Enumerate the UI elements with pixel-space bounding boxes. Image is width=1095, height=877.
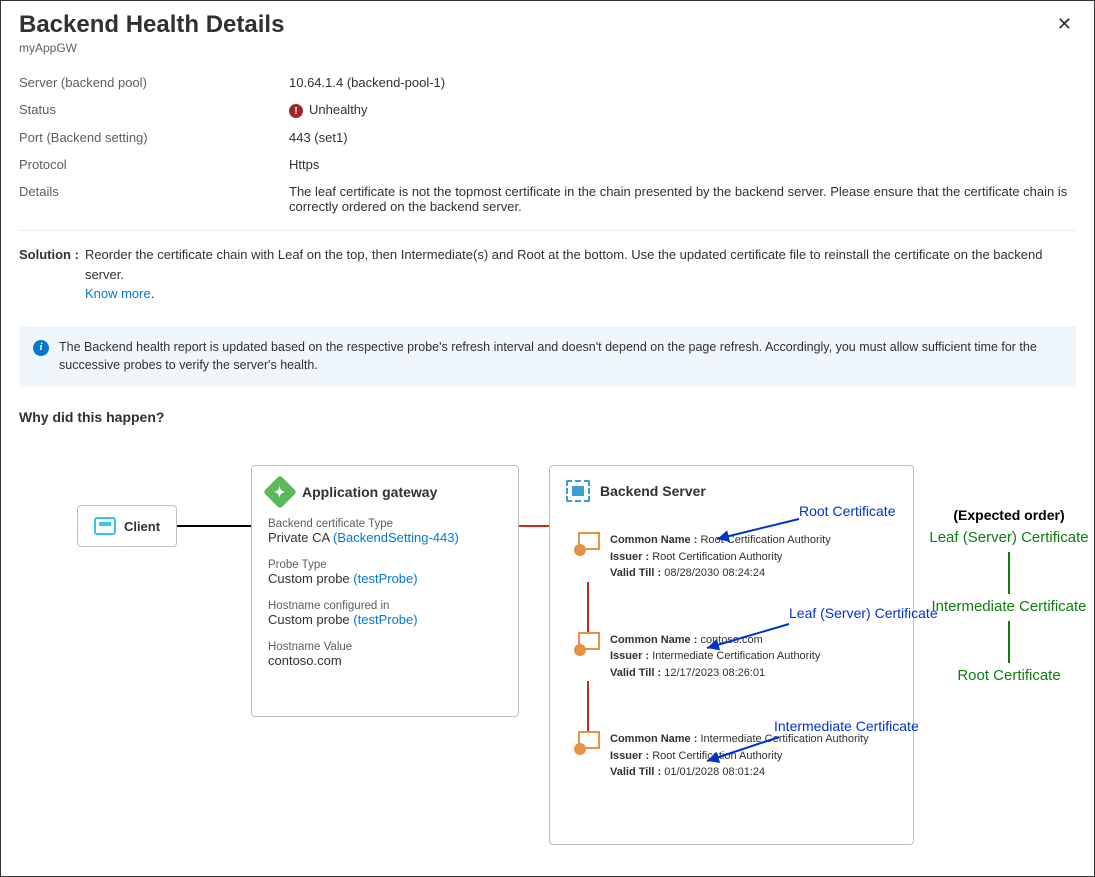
cert-connector xyxy=(587,681,589,731)
solution-label: Solution : xyxy=(19,245,79,304)
backend-health-pane: Backend Health Details myAppGW ✕ Server … xyxy=(0,0,1095,877)
expected-connector xyxy=(1008,621,1010,663)
issuer-label: Issuer : xyxy=(610,750,649,762)
application-gateway-icon: ✦ xyxy=(263,475,297,509)
port-label: Port (Backend setting) xyxy=(19,130,289,145)
error-icon: ! xyxy=(289,104,303,118)
cert-connector xyxy=(587,582,589,632)
agw-hostname-cfg-label: Hostname configured in xyxy=(268,600,502,612)
info-text: The Backend health report is updated bas… xyxy=(59,338,1062,376)
probe-link-2[interactable]: (testProbe) xyxy=(353,612,417,627)
solution-row: Solution : Reorder the certificate chain… xyxy=(19,245,1076,304)
agw-probe-type-label: Probe Type xyxy=(268,559,502,571)
cn-value: contoso.com xyxy=(700,634,762,646)
callout-leaf-text: Leaf (Server) Certificate xyxy=(789,605,938,621)
expected-intermediate: Intermediate Certificate xyxy=(929,598,1089,617)
cn-value: Root Certification Authority xyxy=(700,534,830,546)
cn-label: Common Name : xyxy=(610,534,697,546)
details-value: The leaf certificate is not the topmost … xyxy=(289,184,1076,214)
certificate-icon xyxy=(574,731,600,753)
info-box: i The Backend health report is updated b… xyxy=(19,326,1076,388)
close-icon[interactable]: ✕ xyxy=(1053,11,1076,37)
agw-cert-type-label: Backend certificate Type xyxy=(268,518,502,530)
port-value: 443 (set1) xyxy=(289,130,1076,145)
details-label: Details xyxy=(19,184,289,214)
client-label: Client xyxy=(124,519,160,534)
protocol-value: Https xyxy=(289,157,1076,172)
callout-intermediate: Intermediate Certificate xyxy=(774,718,919,735)
valid-value: 08/28/2030 08:24:24 xyxy=(664,567,765,579)
client-node: Client xyxy=(77,505,177,547)
protocol-label: Protocol xyxy=(19,157,289,172)
cert-item-root: Common Name : Root Certification Authori… xyxy=(574,532,897,582)
callout-root: Root Certificate xyxy=(799,503,895,520)
connector-line-error xyxy=(519,525,549,527)
callout-intermediate-text: Intermediate Certificate xyxy=(774,718,919,734)
expected-root: Root Certificate xyxy=(929,667,1089,686)
server-label: Server (backend pool) xyxy=(19,75,289,90)
cn-label: Common Name : xyxy=(610,634,697,646)
certificate-icon xyxy=(574,532,600,554)
know-more-link[interactable]: Know more xyxy=(85,286,151,301)
agw-probe-type-value: Custom probe xyxy=(268,571,350,586)
backend-server-card: Backend Server Common Name : Root Certif… xyxy=(549,465,914,845)
agw-hostname-val-value: contoso.com xyxy=(268,653,502,668)
info-icon: i xyxy=(33,340,49,356)
why-heading: Why did this happen? xyxy=(19,409,1076,425)
agw-hostname-cfg-value: Custom probe xyxy=(268,612,350,627)
server-value: 10.64.1.4 (backend-pool-1) xyxy=(289,75,1076,90)
agw-title: Application gateway xyxy=(302,484,437,500)
cn-label: Common Name : xyxy=(610,733,697,745)
issuer-label: Issuer : xyxy=(610,650,649,662)
probe-link-1[interactable]: (testProbe) xyxy=(353,571,417,586)
valid-value: 01/01/2028 08:01:24 xyxy=(664,766,765,778)
expected-leaf: Leaf (Server) Certificate xyxy=(929,529,1089,548)
valid-label: Valid Till : xyxy=(610,766,661,778)
status-value: Unhealthy xyxy=(309,102,368,117)
agw-hostname-val-label: Hostname Value xyxy=(268,641,502,653)
callout-leaf: Leaf (Server) Certificate xyxy=(789,605,938,622)
solution-text: Reorder the certificate chain with Leaf … xyxy=(85,247,1043,282)
issuer-value: Root Certification Authority xyxy=(652,750,782,762)
backend-setting-link[interactable]: (BackendSetting-443) xyxy=(333,530,459,545)
certificate-icon xyxy=(574,632,600,654)
cert-item-intermediate: Common Name : Intermediate Certification… xyxy=(574,731,897,781)
issuer-value: Intermediate Certification Authority xyxy=(652,650,820,662)
client-icon xyxy=(94,517,116,535)
divider xyxy=(19,230,1076,231)
valid-value: 12/17/2023 08:26:01 xyxy=(664,667,765,679)
backend-title: Backend Server xyxy=(600,483,706,499)
application-gateway-card: ✦ Application gateway Backend certificat… xyxy=(251,465,519,717)
cn-value: Intermediate Certification Authority xyxy=(700,733,868,745)
expected-order: (Expected order) Leaf (Server) Certifica… xyxy=(929,507,1089,685)
issuer-value: Root Certification Authority xyxy=(652,551,782,563)
valid-label: Valid Till : xyxy=(610,667,661,679)
pane-header: Backend Health Details myAppGW ✕ xyxy=(19,1,1076,55)
expected-order-title: (Expected order) xyxy=(929,507,1089,523)
agw-cert-type-value: Private CA xyxy=(268,530,329,545)
page-title: Backend Health Details xyxy=(19,11,284,39)
page-subtitle: myAppGW xyxy=(19,41,284,55)
cert-item-leaf: Common Name : contoso.com Issuer : Inter… xyxy=(574,632,897,682)
diagram: Client ✦ Application gateway Backend cer… xyxy=(19,465,1076,877)
issuer-label: Issuer : xyxy=(610,551,649,563)
server-icon xyxy=(566,480,590,502)
period: . xyxy=(151,286,155,301)
details-table: Server (backend pool) 10.64.1.4 (backend… xyxy=(19,69,1076,220)
expected-connector xyxy=(1008,552,1010,594)
connector-line xyxy=(177,525,251,527)
status-label: Status xyxy=(19,102,289,118)
valid-label: Valid Till : xyxy=(610,567,661,579)
